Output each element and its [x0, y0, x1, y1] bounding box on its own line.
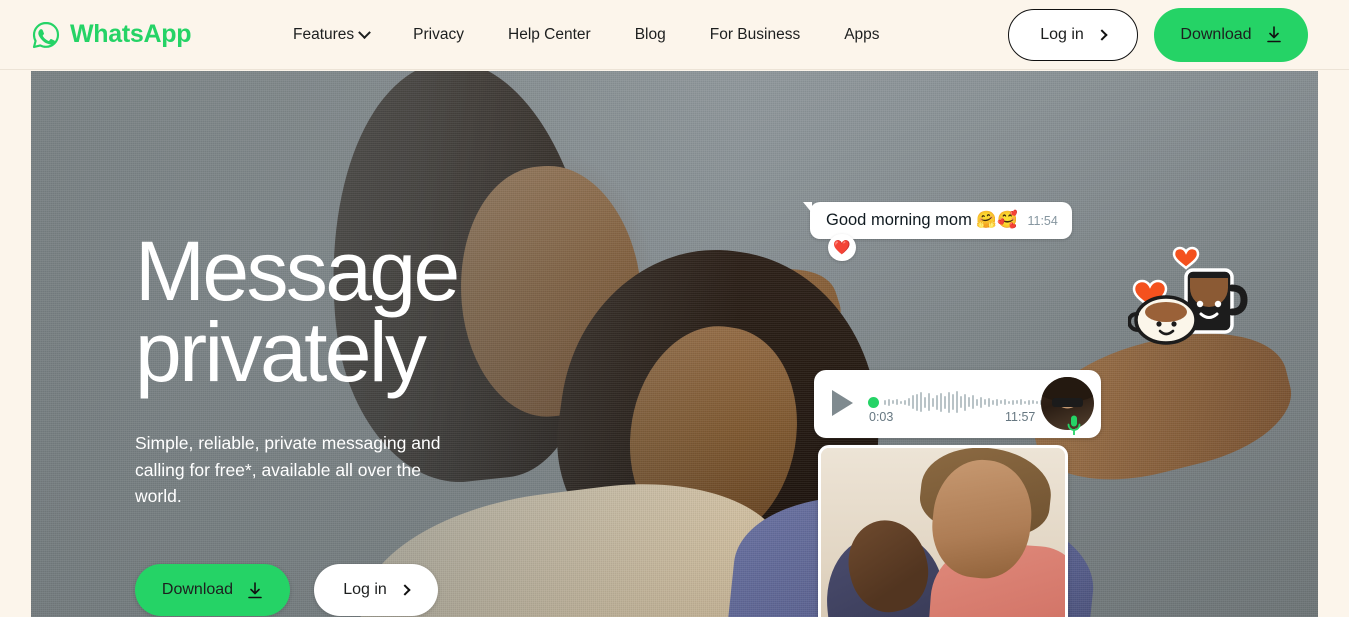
waveform-bar — [968, 397, 970, 407]
waveform-bar — [1000, 400, 1002, 404]
nav-item-blog[interactable]: Blog — [613, 26, 688, 44]
waveform-bar — [904, 399, 906, 405]
waveform-bar — [1024, 400, 1026, 404]
hero-download-label: Download — [161, 581, 234, 598]
waveform-bar — [928, 393, 930, 411]
message-reaction-badge[interactable]: ❤️ — [828, 234, 856, 261]
waveform-bar — [948, 391, 950, 413]
header-actions: Log in Download — [1008, 7, 1308, 62]
hero-section: Message privately Simple, reliable, priv… — [31, 71, 1318, 617]
microphone-icon — [1067, 415, 1081, 435]
hero-login-label: Log in — [343, 581, 387, 598]
voice-duration: 0:03 — [869, 410, 894, 424]
hero-copy: Message privately Simple, reliable, priv… — [135, 229, 555, 510]
waveform-bar — [988, 397, 990, 407]
hero-actions: Download Log in — [135, 564, 438, 616]
waveform-bar — [924, 396, 926, 408]
waveform-bar — [900, 400, 902, 404]
header-download-label: Download — [1180, 25, 1252, 43]
chevron-down-icon — [358, 25, 372, 39]
waveform-bar — [956, 391, 958, 413]
waveform-bar — [1004, 399, 1006, 405]
waveform-bar — [944, 395, 946, 409]
waveform-bar — [960, 396, 962, 408]
waveform-bar — [912, 395, 914, 409]
waveform-bar — [1032, 400, 1034, 404]
hero-title: Message privately — [135, 229, 555, 394]
chat-message-text: Good morning mom 🤗🥰 — [826, 211, 1018, 229]
voice-timestamp: 11:57 — [1005, 410, 1036, 424]
download-icon — [1266, 26, 1281, 43]
waveform-bar — [916, 393, 918, 411]
waveform-bar — [888, 398, 890, 406]
coffee-cups-hearts-sticker — [1128, 246, 1248, 345]
waveform-bar — [908, 398, 910, 406]
waveform-bar — [892, 400, 894, 404]
waveform-bar — [1036, 400, 1038, 404]
chevron-right-icon — [1096, 28, 1108, 41]
nav-label-features: Features — [293, 26, 355, 43]
waveform-bar — [1020, 399, 1022, 405]
download-icon — [248, 581, 262, 598]
nav-item-help-center[interactable]: Help Center — [486, 26, 613, 44]
waveform-bar — [896, 399, 898, 405]
waveform-bar — [996, 398, 998, 406]
waveform-bar — [984, 399, 986, 405]
waveform-bar — [884, 399, 886, 405]
waveform-bar — [976, 398, 978, 406]
hero-subtitle: Simple, reliable, private messaging and … — [135, 433, 441, 507]
nav-item-for-business[interactable]: For Business — [688, 26, 822, 44]
hero-title-line-2: privately — [135, 304, 427, 399]
whatsapp-logo-icon — [32, 21, 60, 48]
brand-name: WhatsApp — [70, 20, 192, 48]
header-login-label: Log in — [1040, 25, 1084, 43]
waveform-bar — [992, 399, 994, 405]
voice-scrubber-handle[interactable] — [868, 396, 879, 408]
header-login-button[interactable]: Log in — [1008, 8, 1138, 61]
waveform-bar — [952, 394, 954, 410]
voice-message-card[interactable]: 0:03 11:57 — [814, 370, 1101, 438]
brand-logo-link[interactable]: WhatsApp — [31, 20, 192, 50]
waveform-bar — [1016, 400, 1018, 404]
waveform-bar — [936, 394, 938, 410]
waveform-bar — [972, 395, 974, 409]
hero-login-button[interactable]: Log in — [314, 564, 438, 616]
waveform-bar — [964, 393, 966, 411]
waveform-bar — [1008, 400, 1010, 404]
header-download-button[interactable]: Download — [1154, 7, 1308, 62]
nav-item-features[interactable]: Features — [293, 25, 391, 44]
chat-message-time: 11:54 — [1027, 214, 1058, 228]
shared-photo-card[interactable]: 11:57 — [818, 445, 1068, 617]
waveform-bar — [932, 397, 934, 407]
nav-item-privacy[interactable]: Privacy — [391, 26, 486, 44]
main-navigation: Features Privacy Help Center Blog For Bu… — [293, 0, 902, 70]
waveform-bar — [940, 392, 942, 412]
nav-item-apps[interactable]: Apps — [822, 26, 901, 44]
avatar-sunglasses — [1052, 398, 1083, 407]
waveform-bar — [920, 392, 922, 412]
play-icon[interactable] — [832, 390, 853, 416]
waveform-bar — [1012, 399, 1014, 405]
chevron-right-icon — [399, 584, 411, 596]
waveform-bar — [980, 396, 982, 408]
hero-download-button[interactable]: Download — [135, 564, 290, 616]
waveform-bar — [1028, 399, 1030, 405]
chat-message-bubble: Good morning mom 🤗🥰 11:54 — [803, 202, 1072, 239]
site-header: WhatsApp Features Privacy Help Center Bl… — [0, 0, 1349, 70]
